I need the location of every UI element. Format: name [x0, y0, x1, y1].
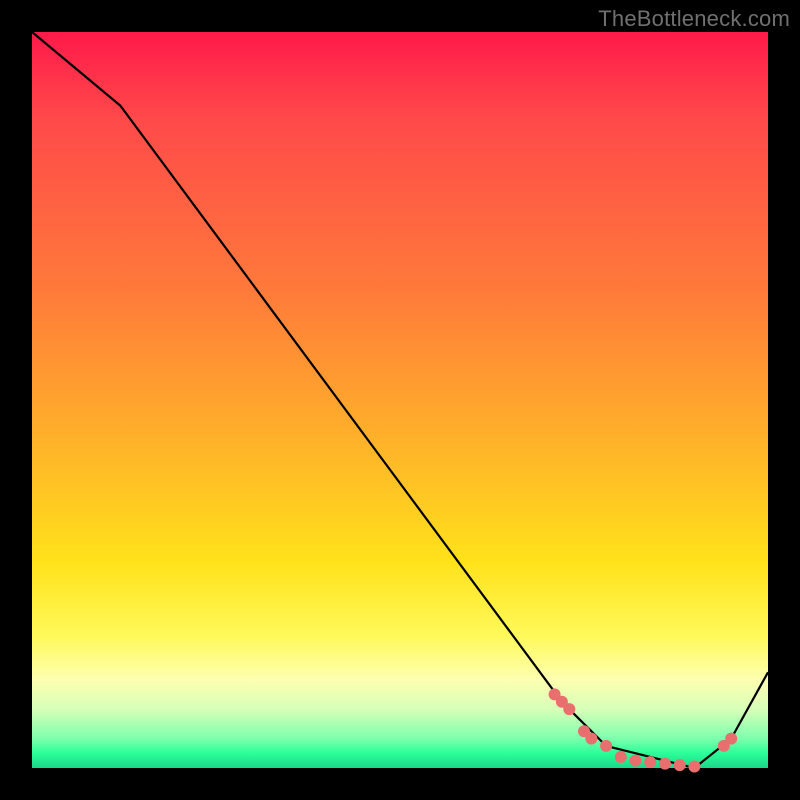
scatter-dot [585, 733, 597, 745]
scatter-dot [659, 758, 671, 770]
watermark-label: TheBottleneck.com [598, 6, 790, 32]
curve-line [32, 32, 768, 768]
scatter-dot [688, 761, 700, 773]
scatter-dot [644, 756, 656, 768]
scatter-dots [549, 688, 738, 772]
chart-frame: TheBottleneck.com [0, 0, 800, 800]
scatter-dot [563, 703, 575, 715]
scatter-dot [630, 755, 642, 767]
scatter-dot [725, 733, 737, 745]
scatter-dot [615, 751, 627, 763]
scatter-dot [674, 759, 686, 771]
chart-svg [32, 32, 768, 768]
plot-area [32, 32, 768, 768]
scatter-dot [600, 740, 612, 752]
